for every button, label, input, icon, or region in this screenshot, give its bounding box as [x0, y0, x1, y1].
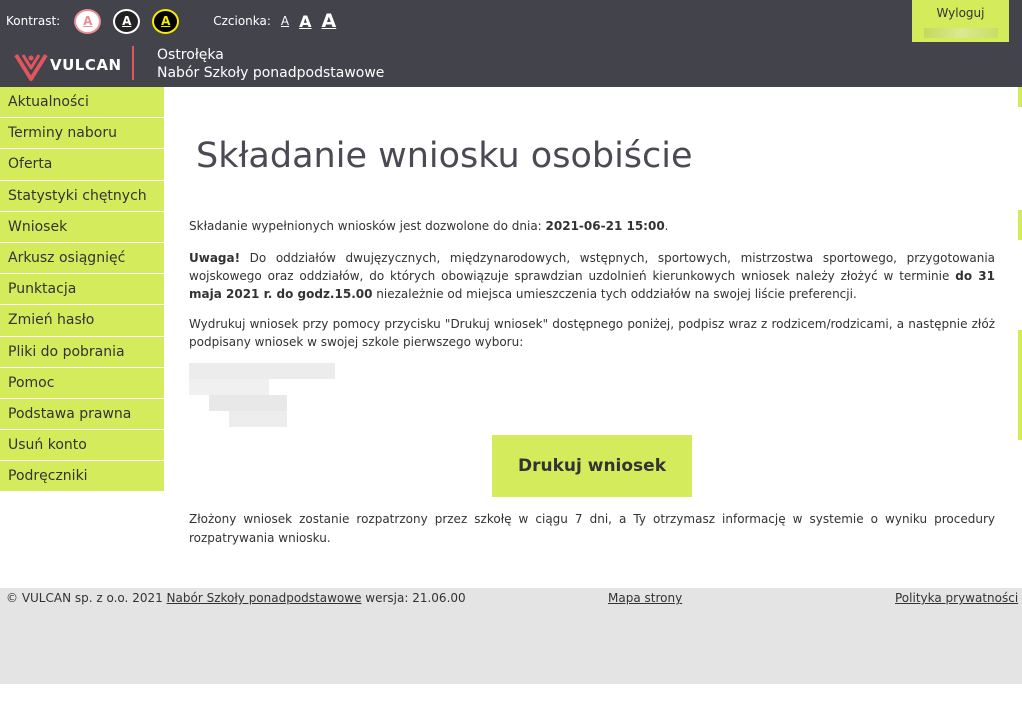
- sidebar-item-terminy-naboru[interactable]: Terminy naboru: [0, 118, 164, 150]
- site-city: Ostrołęka: [157, 47, 224, 63]
- accessibility-toolbar: Kontrast: A A A Czcionka: A A A: [6, 8, 346, 34]
- vulcan-logo-icon: [14, 53, 48, 81]
- sidebar-item-statystyki[interactable]: Statystyki chętnych: [0, 180, 164, 212]
- sidebar-item-wniosek[interactable]: Wniosek: [0, 211, 164, 243]
- sidebar-item-oferta[interactable]: Oferta: [0, 149, 164, 181]
- blurred-username: [923, 28, 998, 38]
- warning-info: Uwaga! Do oddziałów dwujęzycznych, międz…: [189, 249, 995, 303]
- sidebar-item-podreczniki[interactable]: Podręczniki: [0, 461, 164, 493]
- font-small-button[interactable]: A: [281, 14, 289, 28]
- sidebar-item-arkusz[interactable]: Arkusz osiągnięć: [0, 242, 164, 275]
- sidebar-item-pomoc[interactable]: Pomoc: [0, 367, 164, 399]
- privacy-link[interactable]: Polityka prywatności: [895, 591, 1018, 605]
- contrast-dark-button[interactable]: A: [113, 8, 141, 34]
- sidebar-item-aktualnosci[interactable]: Aktualności: [0, 87, 164, 119]
- vulcan-logo[interactable]: VULCAN: [14, 49, 122, 81]
- right-accent: [1018, 210, 1022, 240]
- logout-button[interactable]: Wyloguj: [912, 0, 1009, 42]
- warning-label: Uwaga!: [189, 251, 241, 265]
- deadline-value: 2021-06-21 15:00: [545, 219, 665, 233]
- sidebar-item-pliki[interactable]: Pliki do pobrania: [0, 336, 164, 368]
- deadline-info: Składanie wypełnionych wniosków jest doz…: [189, 217, 995, 235]
- site-title: Ostrołęka Nabór Szkoły ponadpodstawowe: [157, 46, 384, 82]
- sidebar-item-podstawa-prawna[interactable]: Podstawa prawna: [0, 398, 164, 431]
- footer: © VULCAN sp. z o.o. 2021 Nabór Szkoły po…: [0, 588, 1022, 684]
- product-link[interactable]: Nabór Szkoły ponadpodstawowe: [167, 591, 362, 605]
- font-medium-button[interactable]: A: [299, 12, 311, 31]
- sidebar-item-punktacja[interactable]: Punktacja: [0, 274, 164, 306]
- logo-text: VULCAN: [50, 56, 122, 74]
- header-divider: [132, 46, 134, 80]
- warning-end: niezależnie od miejsca umieszczenia tych…: [372, 287, 857, 301]
- footer-copyright: © VULCAN sp. z o.o. 2021 Nabór Szkoły po…: [6, 591, 466, 605]
- print-instruction: Wydrukuj wniosek przy pomocy przycisku "…: [189, 317, 995, 349]
- review-info: Złożony wniosek zostanie rozpatrzony prz…: [189, 512, 995, 545]
- site-subtitle: Nabór Szkoły ponadpodstawowe: [157, 65, 385, 81]
- sidebar-item-usun-konto[interactable]: Usuń konto: [0, 430, 164, 462]
- deadline-end: .: [664, 219, 669, 233]
- font-size-label: Czcionka:: [213, 14, 271, 28]
- top-bar: Kontrast: A A A Czcionka: A A A Wyloguj …: [0, 0, 1022, 87]
- deadline-text: Składanie wypełnionych wniosków jest doz…: [189, 219, 546, 233]
- page-title: Składanie wniosku osobiście: [196, 136, 693, 176]
- warning-text: Do oddziałów dwujęzycznych, międzynarodo…: [189, 251, 995, 283]
- logout-label: Wyloguj: [936, 6, 985, 20]
- contrast-label: Kontrast:: [6, 14, 61, 28]
- contrast-yellow-button[interactable]: A: [152, 8, 180, 34]
- font-large-button[interactable]: A: [322, 10, 337, 32]
- sitemap-link[interactable]: Mapa strony: [608, 591, 682, 605]
- blurred-school-info: [189, 363, 335, 427]
- sidebar-item-zmien-haslo[interactable]: Zmień hasło: [0, 305, 164, 337]
- version-text: wersja: 21.06.00: [361, 591, 466, 605]
- sidebar-nav: Aktualności Terminy naboru Oferta Statys…: [0, 87, 164, 493]
- right-accent: [1018, 330, 1022, 440]
- print-application-button[interactable]: Drukuj wniosek: [492, 435, 692, 497]
- main-content: Składanie wniosku osobiście Składanie wy…: [189, 130, 995, 427]
- right-accent: [1018, 87, 1022, 107]
- contrast-default-button[interactable]: A: [74, 8, 102, 34]
- copyright-text: © VULCAN sp. z o.o. 2021: [6, 591, 167, 605]
